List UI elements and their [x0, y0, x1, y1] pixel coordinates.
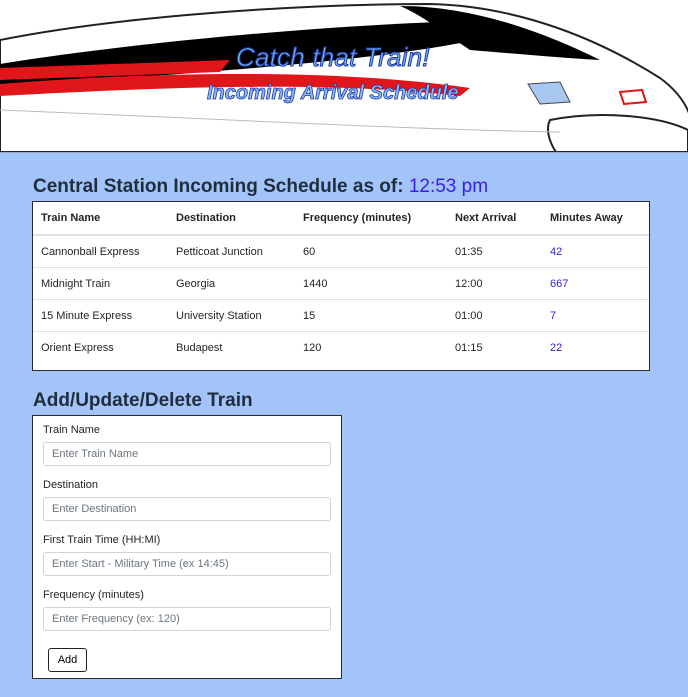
first-train-time-input[interactable]	[43, 552, 331, 576]
cell-minutes-away: 22	[550, 341, 563, 354]
cell-minutes-away: 667	[542, 267, 649, 300]
cell-train-name: Cannonball Express	[33, 235, 168, 268]
column-header-train-name: Train Name	[33, 202, 168, 236]
cell-frequency: 1440	[295, 267, 447, 300]
train-name-input[interactable]	[43, 442, 331, 466]
cell-train-name: Orient Express	[41, 341, 114, 354]
form-heading: Add/Update/Delete Train	[33, 390, 253, 411]
destination-label: Destination	[43, 479, 99, 491]
cell-next-arrival: 01:15	[455, 341, 483, 354]
current-time: 12:53 pm	[408, 176, 489, 197]
cell-next-arrival: 01:00	[447, 299, 542, 332]
cell-next-arrival: 01:35	[447, 235, 542, 268]
schedule-heading-text: Central Station Incoming Schedule as of:	[33, 176, 404, 197]
schedule-table-container: Train Name Destination Frequency (minute…	[32, 201, 650, 371]
column-header-destination: Destination	[168, 202, 295, 236]
frequency-input[interactable]	[43, 607, 331, 631]
cell-destination: Petticoat Junction	[168, 235, 295, 268]
app-subtitle: Incoming Arrival Schedule	[207, 82, 459, 105]
cell-next-arrival: 12:00	[447, 267, 542, 300]
cell-minutes-away: 7	[542, 299, 649, 332]
schedule-table: Train Name Destination Frequency (minute…	[33, 202, 649, 363]
train-name-label: Train Name	[43, 424, 101, 436]
column-header-minutes-away: Minutes Away	[542, 202, 649, 236]
cell-destination: University Station	[168, 299, 295, 332]
table-row: 15 Minute Express University Station 15 …	[33, 299, 649, 332]
table-row: Midnight Train Georgia 1440 12:00 667	[33, 267, 649, 300]
column-header-frequency: Frequency (minutes)	[295, 202, 447, 236]
table-header-row: Train Name Destination Frequency (minute…	[33, 202, 649, 236]
cell-destination: Budapest	[176, 341, 223, 354]
train-illustration	[0, 2, 688, 152]
frequency-label: Frequency (minutes)	[43, 589, 144, 601]
schedule-heading: Central Station Incoming Schedule as of:…	[33, 176, 488, 198]
column-header-next-arrival: Next Arrival	[447, 202, 542, 236]
destination-input[interactable]	[43, 497, 331, 521]
table-row: Cannonball Express Petticoat Junction 60…	[33, 235, 649, 268]
cell-minutes-away: 42	[542, 235, 649, 268]
add-button[interactable]: Add	[48, 648, 87, 672]
cell-frequency: 15	[295, 299, 447, 332]
header-banner: Catch that Train! Incoming Arrival Sched…	[0, 0, 688, 153]
cell-train-name: Midnight Train	[33, 267, 168, 300]
first-train-time-label: First Train Time (HH:MI)	[43, 534, 161, 546]
cell-destination: Georgia	[168, 267, 295, 300]
cell-frequency: 120	[303, 341, 322, 354]
train-form: Train Name Destination First Train Time …	[32, 415, 342, 679]
app-title: Catch that Train!	[236, 42, 430, 73]
cell-frequency: 60	[295, 235, 447, 268]
table-row: Orient Express Budapest 120 01:15 22	[33, 332, 649, 364]
cell-train-name: 15 Minute Express	[33, 299, 168, 332]
